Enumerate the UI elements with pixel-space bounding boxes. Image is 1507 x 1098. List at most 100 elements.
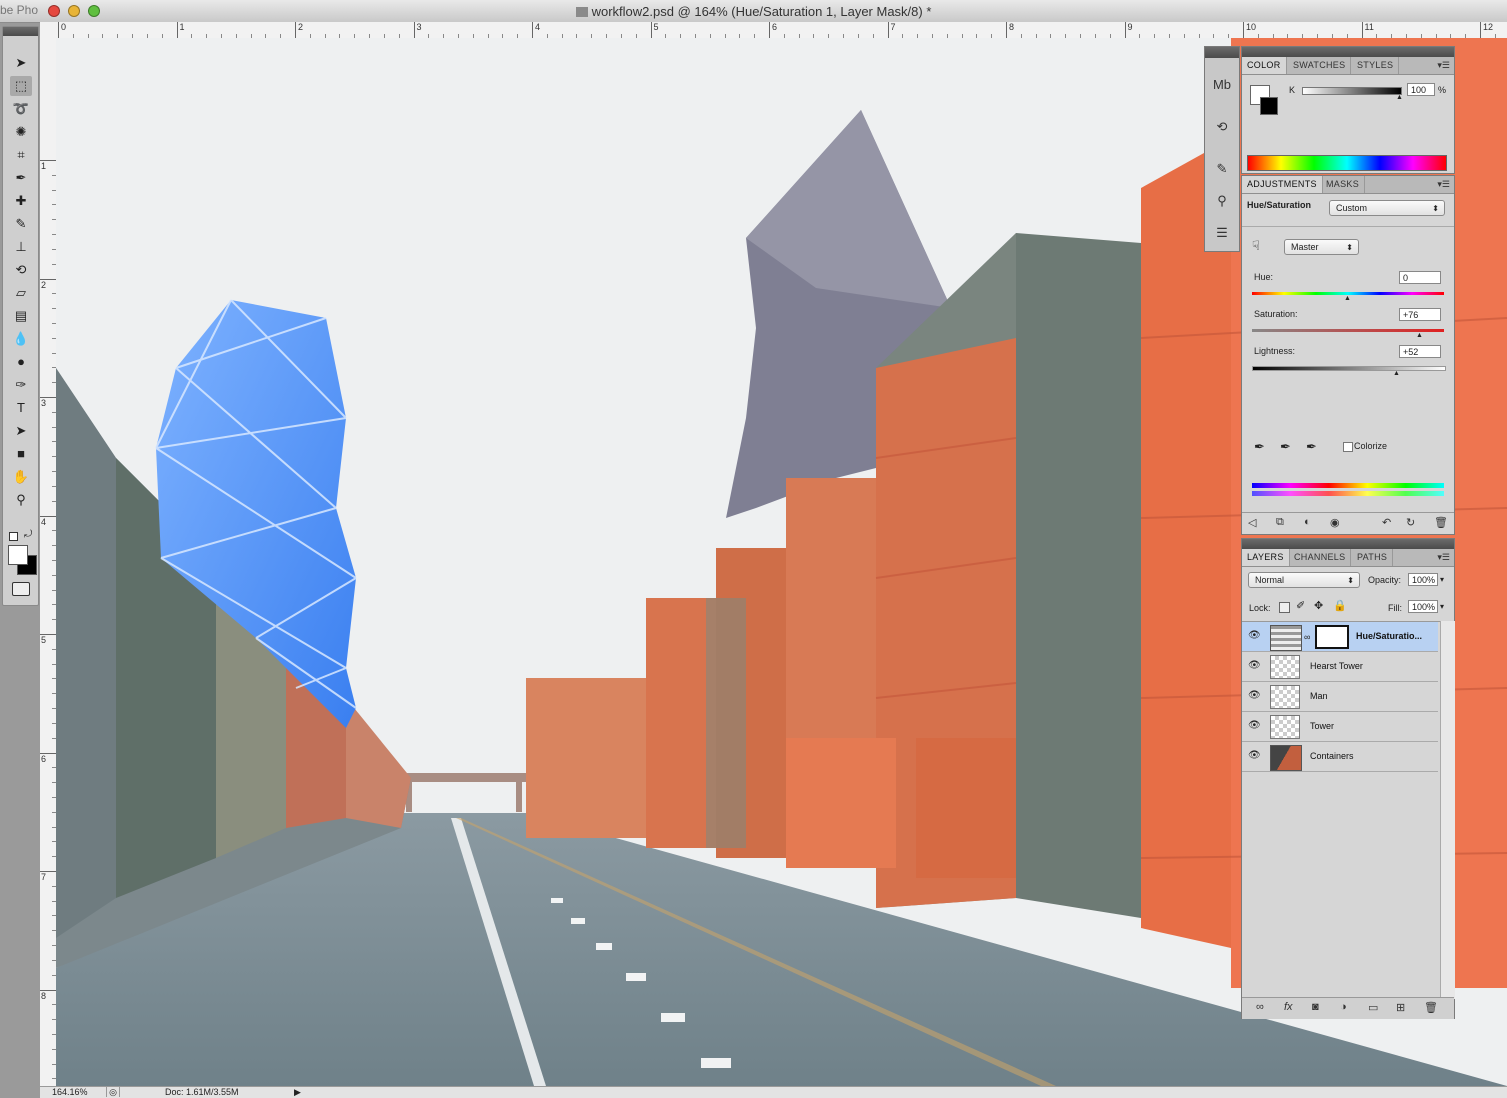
eye-icon[interactable]: 👁: [1248, 720, 1261, 732]
lock-transparency-icon[interactable]: [1279, 602, 1290, 613]
zoom-level[interactable]: 164.16%: [52, 1087, 88, 1098]
k-slider-handle[interactable]: ▲: [1396, 94, 1403, 101]
move-icon[interactable]: ➤: [10, 53, 32, 73]
tab-swatches[interactable]: SWATCHES: [1288, 57, 1352, 74]
saturation-slider-handle[interactable]: ▲: [1416, 332, 1423, 339]
tab-styles[interactable]: STYLES: [1352, 57, 1400, 74]
eyedropper-plus-icon[interactable]: ✒: [1280, 439, 1291, 455]
crop-icon[interactable]: ⌗: [10, 145, 32, 165]
channel-select[interactable]: Master ⬍: [1284, 239, 1359, 255]
eye-icon[interactable]: 👁: [1248, 660, 1261, 672]
fill-field[interactable]: 100%: [1408, 600, 1438, 613]
dodge-icon[interactable]: ●: [10, 352, 32, 372]
quick-mask-icon[interactable]: [12, 582, 30, 596]
layer-row[interactable]: 👁 Containers: [1242, 742, 1438, 772]
clone-source-icon[interactable]: ⚲: [1211, 191, 1233, 211]
preset-select[interactable]: Custom ⬍: [1329, 200, 1445, 216]
layers-menu-icon[interactable]: ▾☰: [1437, 549, 1450, 566]
blur-icon[interactable]: 💧: [10, 329, 32, 349]
healing-brush-icon[interactable]: ✚: [10, 191, 32, 211]
color-ramp[interactable]: [1247, 155, 1447, 171]
default-colors-icon[interactable]: [9, 532, 18, 541]
history-icon[interactable]: ⟲: [1211, 117, 1233, 137]
vertical-ruler[interactable]: 1 2 3 4 5 6 7 8: [40, 38, 57, 1086]
k-slider[interactable]: [1302, 87, 1402, 95]
color-panel-header[interactable]: [1242, 47, 1454, 57]
tab-layers[interactable]: LAYERS: [1242, 549, 1290, 566]
status-info-icon[interactable]: ◎: [106, 1087, 120, 1097]
blend-mode-select[interactable]: Normal ⬍: [1248, 572, 1360, 588]
lightness-slider-handle[interactable]: ▲: [1393, 370, 1400, 377]
tab-masks[interactable]: MASKS: [1321, 176, 1366, 193]
type-icon[interactable]: T: [10, 398, 32, 418]
tab-adjustments[interactable]: ADJUSTMENTS: [1242, 176, 1323, 193]
gradient-icon[interactable]: ▤: [10, 306, 32, 326]
quick-select-icon[interactable]: ✺: [10, 122, 32, 142]
lightness-slider[interactable]: [1252, 366, 1446, 371]
lock-all-icon[interactable]: 🔒: [1333, 599, 1347, 612]
expand-view-icon[interactable]: ⧉: [1276, 516, 1284, 529]
shape-icon[interactable]: ■: [10, 444, 32, 464]
pen-icon[interactable]: ✑: [10, 375, 32, 395]
tab-paths[interactable]: PATHS: [1352, 549, 1394, 566]
background-swatch[interactable]: [1260, 97, 1278, 115]
tools-panel-header[interactable]: [3, 27, 38, 36]
adjustments-menu-icon[interactable]: ▾☰: [1437, 176, 1450, 193]
tool-presets-icon[interactable]: ☰: [1211, 223, 1233, 243]
lock-pixels-icon[interactable]: ✐: [1296, 599, 1305, 612]
brushes-icon[interactable]: ✎: [1211, 159, 1233, 179]
fx-icon[interactable]: fx: [1284, 1001, 1293, 1013]
eyedropper-minus-icon[interactable]: ✒: [1306, 439, 1317, 455]
eyedropper-icon[interactable]: ✒: [10, 168, 32, 188]
layer-row[interactable]: 👁 Man: [1242, 682, 1438, 712]
trash-icon[interactable]: 🗑: [1434, 516, 1448, 529]
add-mask-icon[interactable]: ◙: [1312, 1001, 1319, 1013]
history-brush-icon[interactable]: ⟲: [10, 260, 32, 280]
hue-field[interactable]: 0: [1399, 271, 1441, 284]
layer-row[interactable]: 👁 Tower: [1242, 712, 1438, 742]
panel-menu-icon[interactable]: ▾☰: [1437, 57, 1450, 74]
tab-color[interactable]: COLOR: [1242, 57, 1287, 74]
brush-icon[interactable]: ✎: [10, 214, 32, 234]
hand-icon[interactable]: ✋: [10, 467, 32, 487]
delete-layer-icon[interactable]: 🗑: [1424, 1001, 1438, 1014]
dock-header[interactable]: [1205, 47, 1239, 58]
lightness-field[interactable]: +52: [1399, 345, 1441, 358]
stamp-icon[interactable]: ⊥: [10, 237, 32, 257]
layer-row[interactable]: 👁 Hearst Tower: [1242, 652, 1438, 682]
background-color-swatch[interactable]: [8, 545, 28, 565]
marquee-icon[interactable]: ⬚: [10, 76, 32, 96]
reset-icon[interactable]: ↻: [1406, 516, 1415, 529]
previous-state-icon[interactable]: ↶: [1382, 516, 1391, 529]
clip-layer-icon[interactable]: ◐: [1304, 516, 1311, 528]
eraser-icon[interactable]: ▱: [10, 283, 32, 303]
layers-scrollbar[interactable]: [1440, 621, 1455, 999]
tab-channels[interactable]: CHANNELS: [1289, 549, 1352, 566]
hue-slider-handle[interactable]: ▲: [1344, 295, 1351, 302]
fill-dropdown-icon[interactable]: ▾: [1440, 602, 1444, 611]
new-adjustment-icon[interactable]: ◑: [1340, 1001, 1347, 1013]
new-group-icon[interactable]: ▭: [1368, 1001, 1378, 1014]
back-arrow-icon[interactable]: ◁: [1248, 516, 1256, 529]
lock-position-icon[interactable]: ✥: [1314, 599, 1323, 612]
link-layers-icon[interactable]: ∞: [1256, 1001, 1264, 1013]
saturation-field[interactable]: +76: [1399, 308, 1441, 321]
lasso-icon[interactable]: ➰: [10, 99, 32, 119]
minibridge-icon[interactable]: Mb: [1211, 75, 1233, 95]
swap-colors-icon[interactable]: ⤾: [24, 529, 32, 540]
chain-link-icon[interactable]: ∞: [1304, 632, 1310, 642]
eye-icon[interactable]: 👁: [1248, 630, 1261, 642]
horizontal-ruler[interactable]: 0 1 2 3 4 5 6 7 8 9 10 11 12: [40, 22, 1507, 39]
targeted-adjustment-icon[interactable]: ☟: [1252, 238, 1260, 254]
layer-mask-thumbnail[interactable]: [1315, 625, 1349, 649]
zoom-icon[interactable]: ⚲: [10, 490, 32, 510]
layers-panel-header[interactable]: [1242, 539, 1454, 549]
k-value-field[interactable]: 100: [1407, 83, 1435, 96]
eye-icon[interactable]: 👁: [1248, 690, 1261, 702]
status-menu-arrow-icon[interactable]: ▶: [294, 1087, 301, 1098]
opacity-dropdown-icon[interactable]: ▾: [1440, 575, 1444, 584]
layer-row[interactable]: 👁 ∞ Hue/Saturatio...: [1242, 622, 1438, 652]
colorize-checkbox[interactable]: [1343, 442, 1353, 452]
path-select-icon[interactable]: ➤: [10, 421, 32, 441]
eye-icon[interactable]: 👁: [1248, 750, 1261, 762]
